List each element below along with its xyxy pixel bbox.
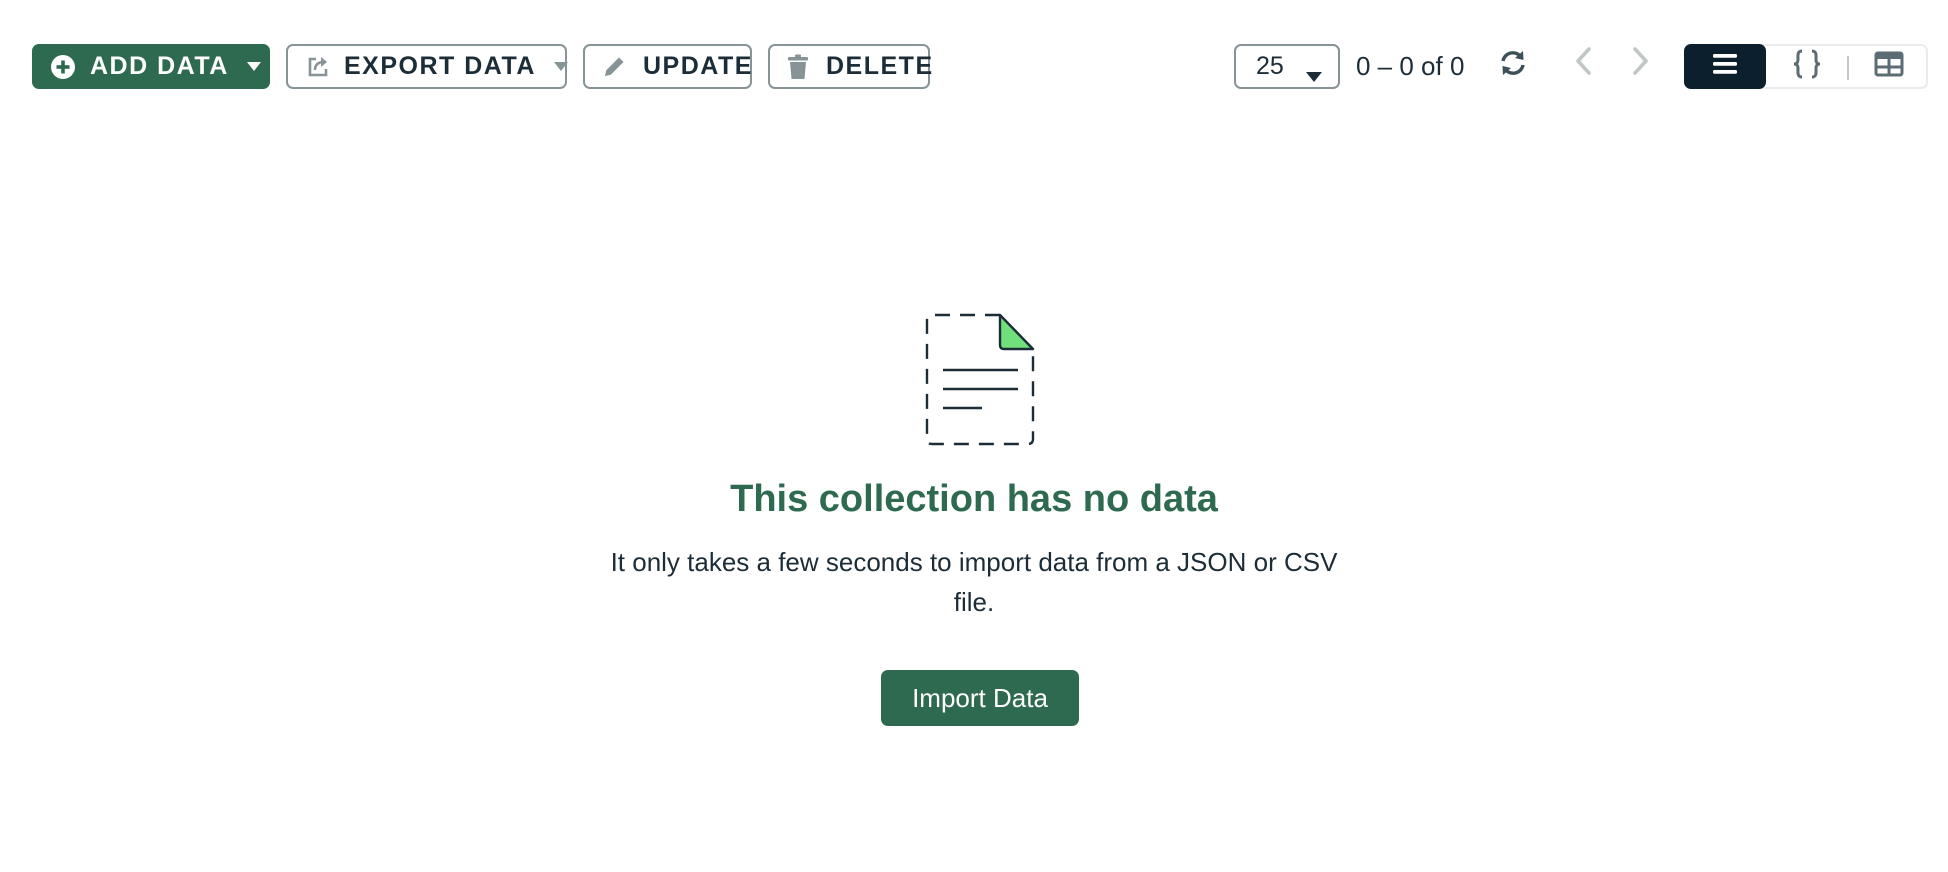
empty-document-icon <box>924 312 1036 446</box>
chevron-left-icon <box>1574 46 1594 81</box>
export-icon <box>306 55 330 79</box>
trash-icon <box>786 54 810 80</box>
update-label: UPDATE <box>643 52 753 80</box>
empty-state-description: It only takes a few seconds to import da… <box>610 547 1338 617</box>
plus-circle-icon <box>50 54 76 80</box>
table-view-button[interactable] <box>1848 44 1930 89</box>
curly-braces-icon <box>1791 48 1823 85</box>
add-data-label: ADD DATA <box>90 52 229 80</box>
refresh-button[interactable] <box>1493 42 1533 88</box>
export-data-button[interactable]: EXPORT DATA <box>286 44 568 89</box>
documents-toolbar: ADD DATA EXPORT DATA UPDATE DELETE 25 0 … <box>0 0 1948 132</box>
caret-down-icon <box>246 62 261 71</box>
list-view-button[interactable] <box>1684 44 1766 89</box>
delete-button[interactable]: DELETE <box>768 44 932 89</box>
empty-state-title: This collection has no data <box>730 478 1218 520</box>
next-page-button[interactable] <box>1620 40 1660 86</box>
refresh-icon <box>1498 48 1528 83</box>
delete-label: DELETE <box>826 52 934 80</box>
add-data-button[interactable]: ADD DATA <box>32 44 270 89</box>
pagination-range: 0 – 0 of 0 <box>1356 50 1465 81</box>
export-data-label: EXPORT DATA <box>344 52 536 80</box>
update-button[interactable]: UPDATE <box>583 44 752 89</box>
page-size-select[interactable]: 25 <box>1234 44 1340 89</box>
caret-down-icon <box>1306 60 1322 89</box>
previous-page-button[interactable] <box>1564 40 1604 86</box>
caret-down-icon <box>553 62 568 71</box>
pencil-icon <box>601 54 627 80</box>
json-view-button[interactable] <box>1766 44 1848 89</box>
chevron-right-icon <box>1630 46 1650 81</box>
table-icon <box>1874 51 1904 82</box>
import-data-button[interactable]: Import Data <box>881 670 1079 726</box>
view-toggle <box>1684 44 1928 89</box>
list-icon <box>1712 53 1738 80</box>
page-size-value: 25 <box>1256 52 1284 80</box>
